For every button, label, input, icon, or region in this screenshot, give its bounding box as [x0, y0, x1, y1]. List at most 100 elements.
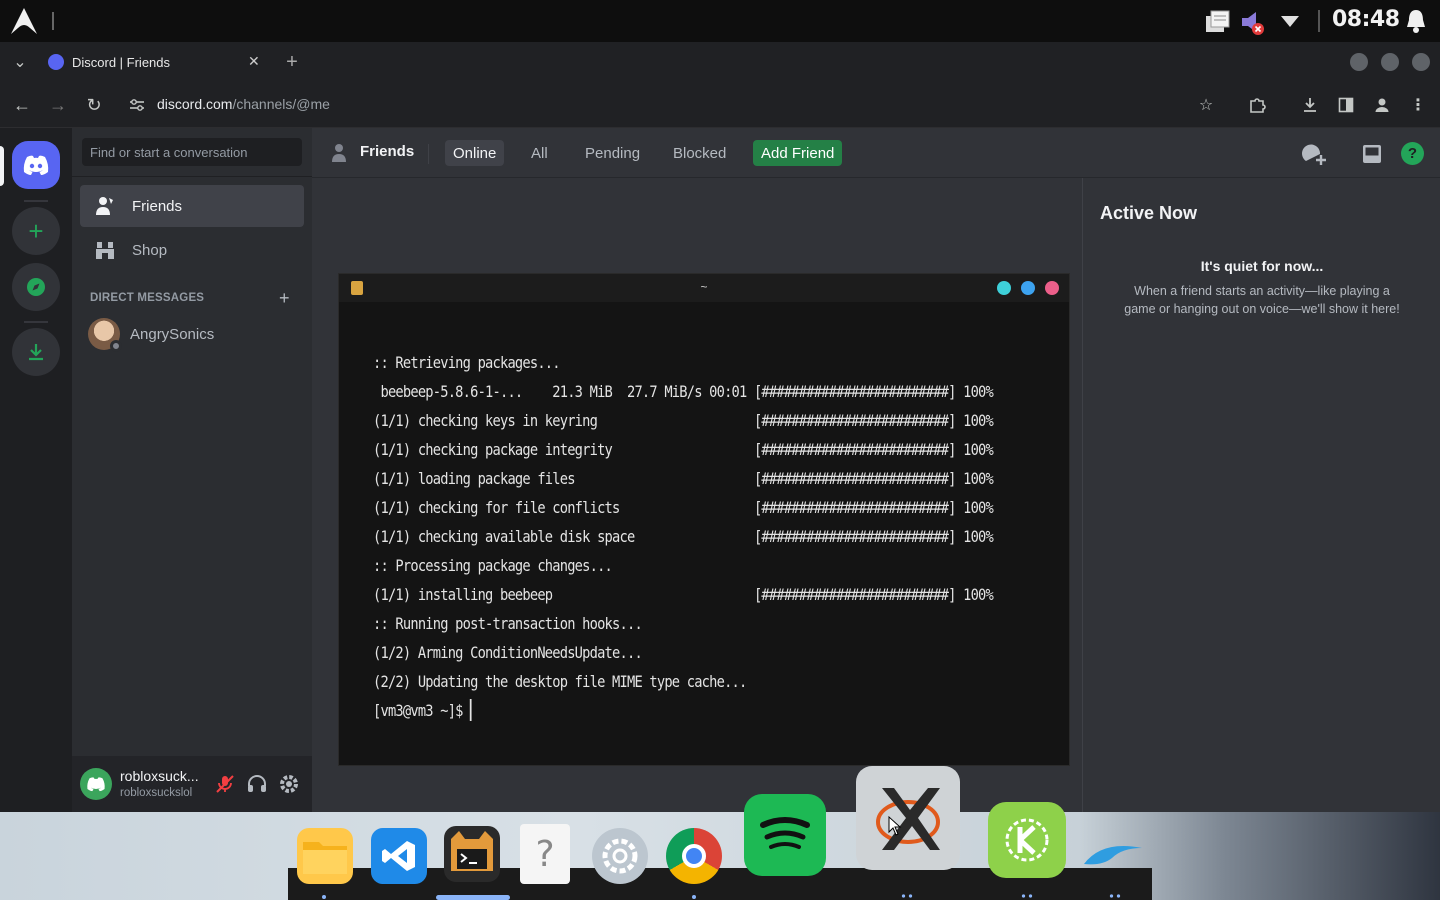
conversation-search-input[interactable]: Find or start a conversation [82, 138, 302, 166]
terminal-minimize-button[interactable] [997, 281, 1011, 295]
user-settings-gear-icon[interactable] [278, 773, 300, 795]
dropdown-caret-icon[interactable] [1280, 14, 1300, 28]
help-icon[interactable]: ? [1401, 142, 1424, 165]
terminal-line: (1/1) checking keys in keyring [########… [373, 412, 994, 430]
separator [1318, 10, 1320, 32]
kde-connect-app-icon[interactable] [988, 802, 1066, 878]
unknown-file-icon[interactable]: ? [520, 824, 570, 884]
chrome-app-icon[interactable] [666, 828, 722, 884]
url-host: discord.com [157, 96, 233, 112]
extensions-puzzle-icon[interactable] [1243, 91, 1271, 119]
rail-divider [24, 200, 48, 202]
tab-online[interactable]: Online [445, 140, 505, 166]
headphones-icon[interactable] [246, 773, 268, 795]
tab-title: Discord | Friends [72, 54, 171, 70]
browser-tab-discord[interactable]: Discord | Friends ✕ [38, 42, 270, 82]
shop-icon [96, 242, 114, 259]
audio-muted-icon[interactable] [1238, 8, 1266, 36]
system-top-bar: 08:48 [0, 0, 1440, 42]
browser-tab-bar: ⌄ Discord | Friends ✕ + [0, 42, 1440, 82]
forward-arrow-icon[interactable]: → [44, 91, 72, 119]
running-indicator [692, 895, 696, 899]
spotify-app-icon[interactable] [744, 794, 826, 876]
dm-name: AngrySonics [130, 325, 215, 343]
terminal-close-button[interactable] [1045, 281, 1059, 295]
explore-compass-icon[interactable] [12, 263, 60, 311]
bookmark-star-icon[interactable]: ☆ [1192, 91, 1220, 119]
active-app-indicator [436, 895, 510, 900]
notes-icon[interactable] [1202, 6, 1232, 36]
terminal-app-icon[interactable] [444, 826, 500, 882]
add-friend-button[interactable]: Add Friend [753, 140, 843, 166]
terminal-line: :: Running post-transaction hooks... [373, 615, 643, 633]
site-settings-icon[interactable] [128, 97, 146, 113]
avatar [88, 318, 122, 352]
text-cursor [470, 699, 472, 721]
terminal-maximize-button[interactable] [1021, 281, 1035, 295]
reload-icon[interactable]: ↻ [80, 91, 108, 119]
user-display-name[interactable]: robloxsuck... [120, 768, 199, 784]
running-indicator [1108, 894, 1122, 898]
divider [72, 176, 312, 177]
downloads-icon[interactable] [1296, 91, 1324, 119]
create-dm-plus-icon[interactable]: + [279, 288, 290, 309]
discord-favicon-icon [48, 54, 64, 70]
back-arrow-icon[interactable]: ← [8, 91, 36, 119]
files-app-icon[interactable] [297, 828, 353, 884]
nav-item-label: Shop [132, 241, 168, 259]
active-now-title: Active Now [1100, 203, 1198, 223]
discord-home-icon[interactable] [12, 141, 60, 189]
system-clock[interactable]: 08:48 [1332, 7, 1400, 32]
dm-sidebar: Find or start a conversation Friends Sho… [72, 128, 312, 812]
tab-pending[interactable]: Pending [577, 140, 648, 166]
terminal-line: (1/1) checking package integrity [######… [373, 441, 994, 459]
friends-icon [96, 197, 113, 215]
window-close-button[interactable] [1412, 53, 1430, 71]
xquartz-x-app-icon[interactable] [856, 766, 960, 870]
notification-bell-icon[interactable] [1404, 8, 1428, 34]
window-minimize-button[interactable] [1350, 53, 1368, 71]
inbox-icon[interactable] [1360, 142, 1384, 166]
new-group-dm-icon[interactable] [1302, 141, 1328, 167]
profile-icon[interactable] [1368, 91, 1396, 119]
empty-state-line: When a friend starts an activity—like pl… [1134, 284, 1390, 298]
empty-state-body: When a friend starts an activity—like pl… [1083, 282, 1440, 318]
new-tab-plus-icon[interactable]: + [278, 48, 306, 76]
divider [428, 144, 429, 164]
terminal-line: (1/1) loading package files [###########… [373, 470, 994, 488]
user-avatar[interactable] [80, 768, 112, 800]
close-tab-icon[interactable]: ✕ [248, 53, 260, 70]
rail-divider [24, 321, 48, 323]
terminal-line: (1/2) Arming ConditionNeedsUpdate... [373, 644, 643, 662]
tab-list-chevron-icon[interactable]: ⌄ [6, 48, 34, 76]
terminal-window[interactable]: ~ :: Retrieving packages... beebeep-5.8.… [338, 273, 1070, 766]
terminal-title: ~ [700, 280, 708, 294]
window-maximize-button[interactable] [1381, 53, 1399, 71]
add-server-plus-icon[interactable]: + [12, 207, 60, 255]
terminal-output[interactable]: :: Retrieving packages... beebeep-5.8.6-… [373, 349, 994, 726]
download-apps-icon[interactable] [12, 328, 60, 376]
friends-header-icon [332, 144, 346, 162]
mute-microphone-icon[interactable] [214, 773, 236, 795]
tab-blocked[interactable]: Blocked [665, 140, 734, 166]
arch-logo-icon[interactable] [8, 6, 40, 36]
dolphin-emulator-icon[interactable] [1082, 838, 1152, 870]
system-settings-icon[interactable] [592, 828, 648, 884]
side-panel-icon[interactable] [1332, 91, 1360, 119]
nav-item-shop[interactable]: Shop [80, 229, 304, 271]
url-field[interactable]: discord.com/channels/@me [157, 96, 330, 112]
empty-state-title: It's quiet for now... [1200, 258, 1324, 274]
dm-item-angrysonics[interactable]: AngrySonics [80, 313, 304, 355]
server-rail: + [0, 128, 72, 812]
vscode-app-icon[interactable] [371, 828, 427, 884]
browser-menu-kebab-icon[interactable]: ⋮ [1404, 91, 1432, 119]
terminal-line: beebeep-5.8.6-1-... 21.3 MiB 27.7 MiB/s … [373, 383, 993, 401]
terminal-prompt: [vm3@vm3 ~]$ [373, 702, 471, 720]
tab-all[interactable]: All [523, 140, 556, 166]
terminal-line: :: Retrieving packages... [373, 354, 561, 372]
offline-status-dot [110, 340, 122, 352]
user-panel: robloxsuck... robloxsuckslol [72, 756, 312, 812]
nav-item-friends[interactable]: Friends [80, 185, 304, 227]
terminal-titlebar[interactable]: ~ [339, 274, 1069, 302]
friends-header: Friends Online All Pending Blocked Add F… [312, 128, 1440, 178]
